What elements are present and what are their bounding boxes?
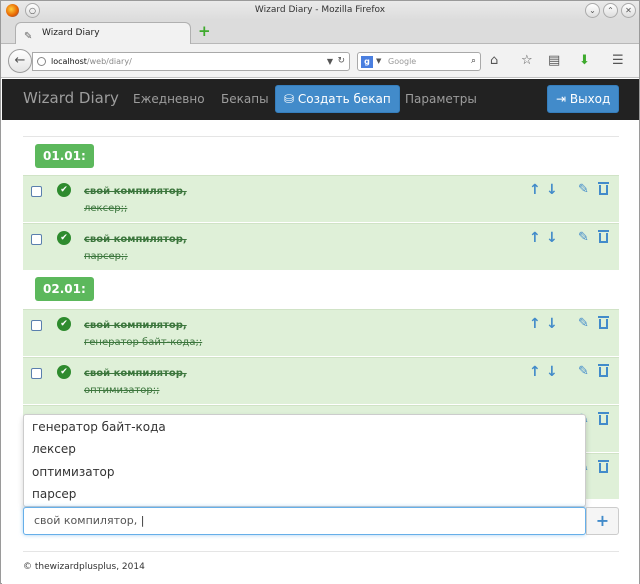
edit-icon[interactable]: ✎ bbox=[578, 364, 589, 379]
done-check-icon: ✔ bbox=[57, 231, 71, 245]
date-badge: 01.01: bbox=[35, 144, 94, 168]
download-icon[interactable]: ⬇ bbox=[579, 54, 590, 68]
logout-button[interactable]: ⇥ Выход bbox=[547, 85, 620, 113]
select-checkbox[interactable] bbox=[31, 234, 42, 245]
firefox-logo-icon bbox=[6, 4, 19, 17]
window-menu-icon[interactable]: ○ bbox=[25, 3, 40, 18]
item-text: свой компилятор, оптимизатор;; bbox=[84, 365, 187, 399]
move-down-icon[interactable]: ↓ bbox=[546, 364, 558, 380]
page-content: Wizard Diary Ежедневно Бекапы ⛁ Создать … bbox=[2, 79, 639, 584]
new-item-input[interactable]: свой компилятор, | bbox=[23, 507, 586, 535]
new-item-value: свой компилятор, bbox=[34, 514, 141, 527]
minimize-button[interactable]: ⌄ bbox=[585, 3, 600, 18]
autocomplete-option[interactable]: генератор байт-кода bbox=[32, 420, 166, 434]
list-item: ✔ свой компилятор, лексер;; ↑ ↓ ✎ bbox=[23, 175, 619, 222]
add-item-button[interactable]: + bbox=[586, 507, 619, 535]
close-button[interactable]: ✕ bbox=[621, 3, 636, 18]
select-checkbox[interactable] bbox=[31, 186, 42, 197]
logout-icon: ⇥ bbox=[556, 92, 570, 106]
done-check-icon: ✔ bbox=[57, 317, 71, 331]
tab-wizard-diary[interactable]: ✎ Wizard Diary bbox=[15, 22, 191, 44]
tab-label: Wizard Diary bbox=[42, 28, 100, 38]
move-up-icon[interactable]: ↑ bbox=[529, 182, 541, 198]
item-text: свой компилятор, парсер;; bbox=[84, 231, 187, 265]
autocomplete-option[interactable]: лексер bbox=[32, 442, 76, 456]
done-check-icon: ✔ bbox=[57, 183, 71, 197]
backup-icon: ⛁ bbox=[284, 92, 298, 106]
url-dropdown-icon[interactable]: ▼ bbox=[327, 53, 333, 70]
move-down-icon[interactable]: ↓ bbox=[546, 182, 558, 198]
app-navbar: Wizard Diary Ежедневно Бекапы ⛁ Создать … bbox=[2, 79, 639, 120]
nav-daily[interactable]: Ежедневно bbox=[133, 92, 205, 106]
create-backup-button[interactable]: ⛁ Создать бекап bbox=[275, 85, 400, 113]
item-title: свой компилятор, bbox=[84, 234, 187, 245]
engine-dropdown-icon[interactable]: ▼ bbox=[376, 53, 381, 70]
item-detail: лексер;; bbox=[84, 203, 128, 214]
url-bar[interactable]: localhost/web/diary/ ▼ ↻ bbox=[32, 52, 350, 71]
edit-icon[interactable]: ✎ bbox=[578, 230, 589, 245]
home-icon[interactable]: ⌂ bbox=[490, 54, 498, 68]
move-up-icon[interactable]: ↑ bbox=[529, 316, 541, 332]
tab-bar: ✎ Wizard Diary + bbox=[1, 20, 639, 44]
move-down-icon[interactable]: ↓ bbox=[546, 230, 558, 246]
nav-params[interactable]: Параметры bbox=[405, 92, 477, 106]
delete-icon[interactable] bbox=[598, 230, 609, 243]
move-up-icon[interactable]: ↑ bbox=[529, 230, 541, 246]
done-check-icon: ✔ bbox=[57, 365, 71, 379]
new-tab-button[interactable]: + bbox=[198, 24, 211, 39]
brand-link[interactable]: Wizard Diary bbox=[23, 89, 119, 107]
select-checkbox[interactable] bbox=[31, 320, 42, 331]
edit-icon[interactable]: ✎ bbox=[578, 182, 589, 197]
delete-icon[interactable] bbox=[598, 460, 609, 473]
divider bbox=[23, 136, 619, 137]
delete-icon[interactable] bbox=[598, 182, 609, 195]
search-input[interactable]: g ▼ Google ⌕ bbox=[357, 52, 481, 71]
item-title: свой компилятор, bbox=[84, 368, 187, 379]
nav-backups[interactable]: Бекапы bbox=[221, 92, 269, 106]
item-detail: оптимизатор;; bbox=[84, 385, 160, 396]
list-item: ✔ свой компилятор, оптимизатор;; ↑ ↓ ✎ bbox=[23, 357, 619, 404]
url-path: /web/diary/ bbox=[86, 57, 132, 66]
autocomplete-option[interactable]: оптимизатор bbox=[32, 465, 115, 479]
logout-label: Выход bbox=[569, 92, 611, 106]
maximize-button[interactable]: ⌃ bbox=[603, 3, 618, 18]
bookmark-star-icon[interactable]: ☆ bbox=[521, 54, 533, 68]
item-detail: парсер;; bbox=[84, 251, 128, 262]
move-down-icon[interactable]: ↓ bbox=[546, 316, 558, 332]
delete-icon[interactable] bbox=[598, 364, 609, 377]
delete-icon[interactable] bbox=[598, 412, 609, 425]
list-item: ✔ свой компилятор, генератор байт-кода;;… bbox=[23, 309, 619, 356]
edit-icon[interactable]: ✎ bbox=[578, 316, 589, 331]
select-checkbox[interactable] bbox=[31, 368, 42, 379]
browser-toolbar: ← localhost/web/diary/ ▼ ↻ g ▼ Google ⌕ … bbox=[1, 44, 639, 78]
item-detail: генератор байт-кода;; bbox=[84, 337, 203, 348]
autocomplete-dropdown: генератор байт-кода лексер оптимизатор п… bbox=[23, 414, 586, 507]
create-backup-label: Создать бекап bbox=[297, 92, 391, 106]
item-title: свой компилятор, bbox=[84, 186, 187, 197]
search-go-icon[interactable]: ⌕ bbox=[471, 53, 476, 70]
url-host: localhost bbox=[51, 57, 87, 66]
browser-window: Wizard Diary - Mozilla Firefox ○ ⌄ ⌃ ✕ ✎… bbox=[0, 0, 640, 584]
item-text: свой компилятор, генератор байт-кода;; bbox=[84, 317, 202, 351]
divider bbox=[23, 551, 619, 552]
item-title: свой компилятор, bbox=[84, 320, 187, 331]
date-badge: 02.01: bbox=[35, 277, 94, 301]
item-text: свой компилятор, лексер;; bbox=[84, 183, 187, 217]
window-title: Wizard Diary - Mozilla Firefox bbox=[254, 5, 386, 15]
search-placeholder: Google bbox=[388, 57, 417, 66]
move-up-icon[interactable]: ↑ bbox=[529, 364, 541, 380]
autocomplete-option[interactable]: парсер bbox=[32, 487, 76, 501]
plus-icon: + bbox=[595, 511, 610, 530]
delete-icon[interactable] bbox=[598, 316, 609, 329]
back-button[interactable]: ← bbox=[8, 49, 32, 73]
menu-icon[interactable]: ☰ bbox=[612, 54, 624, 68]
google-icon: g bbox=[361, 56, 373, 68]
footer-text: © thewizardplusplus, 2014 bbox=[23, 562, 145, 572]
globe-icon bbox=[37, 57, 46, 66]
title-bar: Wizard Diary - Mozilla Firefox ○ ⌄ ⌃ ✕ bbox=[1, 1, 639, 20]
list-item: ✔ свой компилятор, парсер;; ↑ ↓ ✎ bbox=[23, 223, 619, 270]
reload-icon[interactable]: ↻ bbox=[337, 53, 345, 70]
reading-list-icon[interactable]: ▤ bbox=[548, 54, 560, 68]
